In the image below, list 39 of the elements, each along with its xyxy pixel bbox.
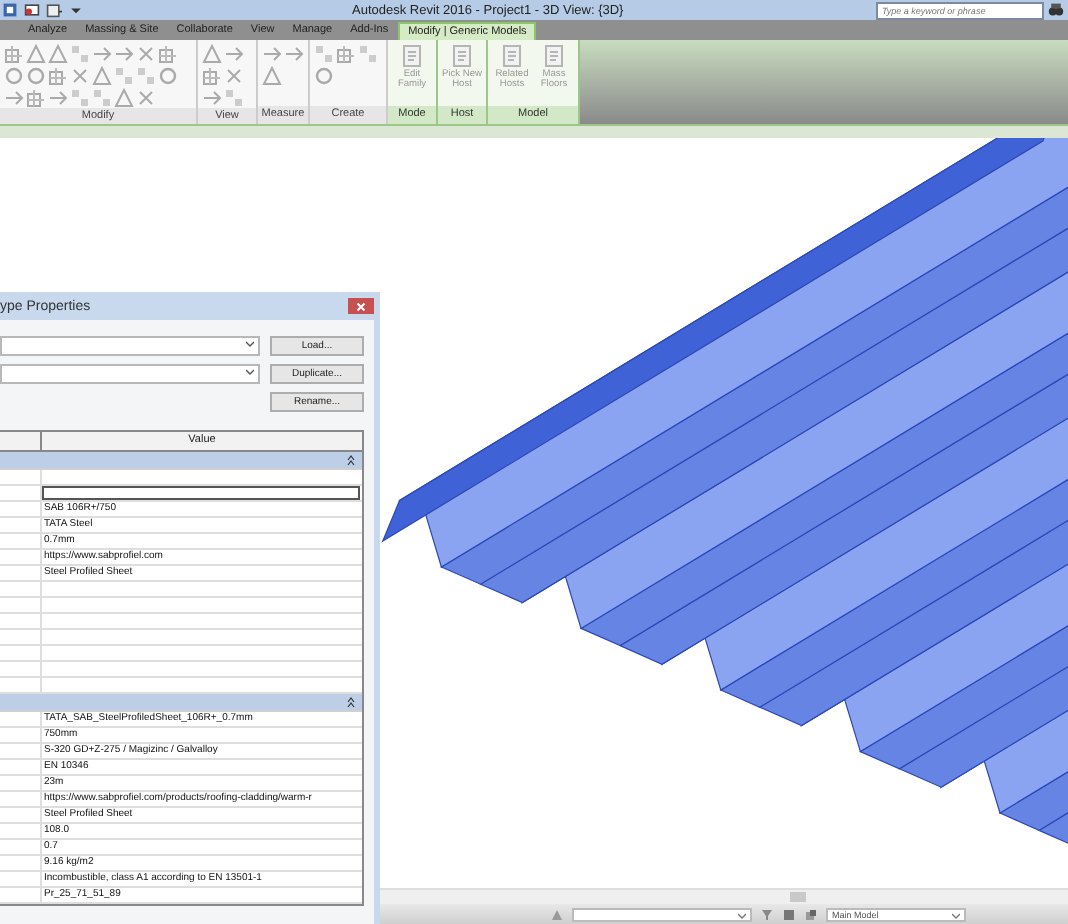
arrow-icon[interactable] [224, 44, 244, 64]
dropdown-field[interactable] [0, 363, 260, 383]
caret-icon [246, 339, 254, 347]
squares-icon[interactable] [114, 66, 134, 86]
collapse-icon[interactable] [346, 454, 356, 466]
squares-icon[interactable] [70, 44, 90, 64]
close-button[interactable] [348, 298, 374, 314]
arrow-icon[interactable] [284, 44, 304, 64]
scrollbar-thumb[interactable] [790, 892, 806, 902]
layers-icon[interactable] [804, 907, 818, 921]
close-icon [354, 299, 368, 313]
arrow-icon[interactable] [262, 44, 282, 64]
caret-icon [952, 911, 960, 919]
squares-icon[interactable] [70, 88, 90, 108]
delete-icon[interactable] [70, 66, 90, 86]
dropdown-field[interactable] [572, 907, 752, 921]
squares-icon[interactable] [136, 66, 156, 86]
input-field[interactable] [42, 486, 360, 500]
squares-icon[interactable] [224, 88, 244, 108]
caret-icon [246, 367, 254, 375]
delete-icon[interactable] [136, 44, 156, 64]
collapse-icon[interactable] [346, 696, 356, 708]
arrow-icon[interactable] [202, 88, 222, 108]
caret-icon [738, 911, 746, 919]
squares-icon[interactable] [314, 44, 334, 64]
square-icon[interactable] [782, 907, 796, 921]
arrow-icon[interactable] [48, 88, 68, 108]
squares-icon[interactable] [92, 88, 112, 108]
binoculars-icon[interactable] [1048, 2, 1064, 18]
window-icon[interactable] [46, 2, 62, 18]
arrow-icon[interactable] [4, 88, 24, 108]
delete-icon[interactable] [224, 66, 244, 86]
triangle-icon[interactable] [202, 44, 222, 64]
triangle-icon[interactable] [262, 66, 282, 86]
squares-icon[interactable] [358, 44, 378, 64]
arrow-icon[interactable] [92, 44, 112, 64]
dropdown-field[interactable] [0, 335, 260, 355]
delete-icon[interactable] [136, 88, 156, 108]
arrow-icon[interactable] [114, 44, 134, 64]
